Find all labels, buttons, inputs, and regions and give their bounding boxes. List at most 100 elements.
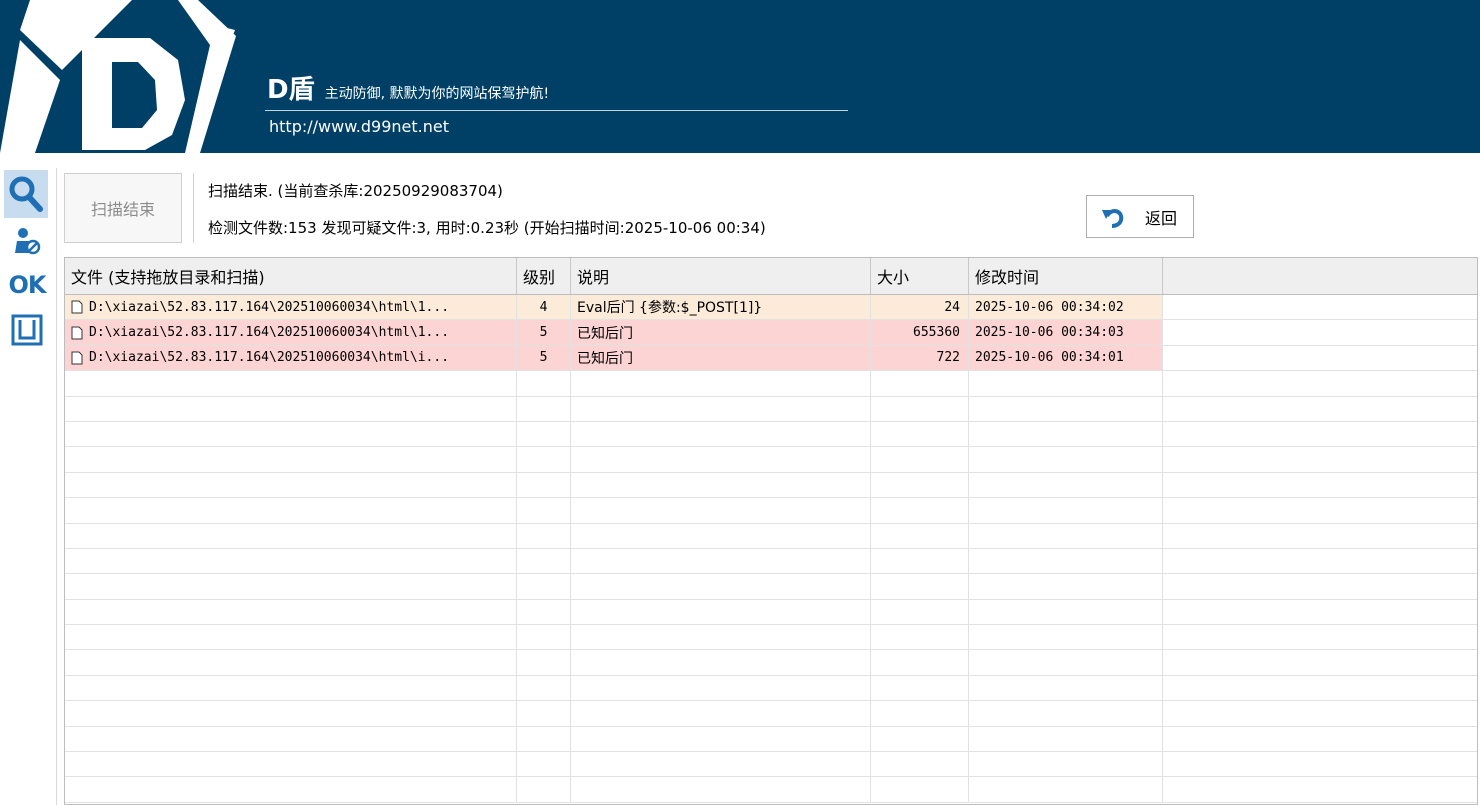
size-cell — [871, 396, 969, 421]
modified-time-cell — [969, 574, 1163, 599]
modified-time-cell — [969, 675, 1163, 701]
brand-name: D盾 — [267, 75, 315, 105]
modified-time-cell: 2025-10-06 00:34:03 — [969, 320, 1163, 345]
file-icon — [71, 351, 83, 365]
file-cell — [65, 421, 517, 447]
column-header-description[interactable]: 说明 — [571, 258, 871, 294]
modified-time-cell — [969, 523, 1163, 548]
modified-time-cell — [969, 421, 1163, 447]
level-cell — [517, 447, 571, 472]
empty-row — [65, 523, 1477, 549]
column-header-size[interactable]: 大小 — [871, 258, 969, 294]
size-cell: 722 — [871, 345, 969, 371]
column-header-modified-time[interactable]: 修改时间 — [969, 258, 1163, 294]
toolbar-user-button[interactable] — [4, 218, 50, 262]
modified-time-cell — [969, 599, 1163, 625]
empty-row — [65, 498, 1477, 524]
level-cell — [517, 498, 571, 523]
user-lock-icon — [15, 228, 41, 255]
filler-cell — [1163, 447, 1477, 471]
table-row[interactable]: D:\xiazai\52.83.117.164\202510060034\htm… — [65, 345, 1477, 372]
level-cell — [517, 523, 571, 548]
file-cell — [65, 447, 517, 472]
size-cell — [871, 777, 969, 802]
size-cell — [871, 472, 969, 498]
back-button[interactable]: 返回 — [1086, 195, 1194, 238]
description-cell — [571, 523, 871, 548]
level-cell — [517, 650, 571, 675]
filler-cell — [1163, 549, 1477, 573]
file-cell — [65, 472, 517, 498]
empty-row — [65, 396, 1477, 422]
size-cell — [871, 421, 969, 447]
brand-divider — [265, 110, 848, 111]
description-cell — [571, 752, 871, 777]
empty-row — [65, 574, 1477, 600]
size-cell — [871, 523, 969, 548]
file-cell — [65, 396, 517, 421]
modified-time-cell — [969, 472, 1163, 498]
description-cell — [571, 371, 871, 396]
modified-time-cell: 2025-10-06 00:34:01 — [969, 345, 1163, 371]
table-row[interactable]: D:\xiazai\52.83.117.164\202510060034\htm… — [65, 295, 1477, 321]
size-cell — [871, 574, 969, 599]
level-cell: 5 — [517, 320, 571, 345]
description-cell — [571, 777, 871, 802]
size-cell — [871, 599, 969, 625]
level-cell — [517, 625, 571, 650]
modified-time-cell — [969, 752, 1163, 777]
toolbar-scan-button[interactable] — [4, 170, 48, 218]
modified-time-cell — [969, 548, 1163, 574]
size-cell — [871, 650, 969, 675]
scan-button[interactable]: 扫描结束 — [64, 173, 182, 243]
size-cell — [871, 675, 969, 701]
modified-time-cell — [969, 701, 1163, 726]
table-body: D:\xiazai\52.83.117.164\202510060034\htm… — [65, 295, 1477, 803]
results-table[interactable]: 文件 (支持拖放目录和扫描) 级别 说明 大小 修改时间 D:\xiazai\5… — [64, 257, 1478, 805]
modified-time-cell — [969, 726, 1163, 752]
empty-row — [65, 472, 1477, 499]
description-cell — [571, 472, 871, 498]
level-cell: 5 — [517, 345, 571, 371]
column-header-level[interactable]: 级别 — [517, 258, 571, 294]
file-cell: D:\xiazai\52.83.117.164\202510060034\htm… — [65, 295, 517, 320]
level-cell — [517, 701, 571, 726]
brand-url[interactable]: http://www.d99net.net — [269, 117, 449, 136]
empty-row — [65, 726, 1477, 753]
file-cell — [65, 599, 517, 625]
left-toolbar: OK — [0, 168, 57, 805]
filler-cell — [1163, 498, 1477, 522]
toolbar-window-button[interactable] — [4, 308, 50, 352]
modified-time-cell — [969, 625, 1163, 650]
empty-row — [65, 650, 1477, 676]
modified-time-cell — [969, 777, 1163, 802]
d-shield-logo — [0, 0, 236, 153]
filler-cell — [1163, 752, 1477, 776]
scan-status-text: 扫描结束. (当前查杀库:20250929083704) — [208, 182, 503, 200]
filler-cell — [1163, 346, 1477, 370]
file-cell — [65, 777, 517, 802]
level-cell — [517, 752, 571, 777]
search-icon — [9, 176, 43, 212]
empty-row — [65, 447, 1477, 473]
modified-time-cell — [969, 371, 1163, 396]
level-cell: 4 — [517, 295, 571, 320]
modified-time-cell: 2025-10-06 00:34:02 — [969, 295, 1163, 320]
level-cell — [517, 371, 571, 396]
file-icon — [71, 326, 83, 340]
size-cell — [871, 498, 969, 523]
filler-cell — [1163, 371, 1477, 395]
filler-cell — [1163, 777, 1477, 801]
level-cell — [517, 421, 571, 447]
file-cell — [65, 675, 517, 701]
undo-arrow-icon — [1102, 208, 1124, 228]
level-cell — [517, 396, 571, 421]
table-row[interactable]: D:\xiazai\52.83.117.164\202510060034\htm… — [65, 320, 1477, 346]
file-cell — [65, 650, 517, 675]
toolbar-ok-button[interactable]: OK — [4, 263, 50, 307]
column-header-file[interactable]: 文件 (支持拖放目录和扫描) — [65, 258, 517, 294]
filler-cell — [1163, 397, 1477, 421]
filler-cell — [1163, 650, 1477, 674]
file-cell — [65, 548, 517, 574]
empty-row — [65, 421, 1477, 448]
